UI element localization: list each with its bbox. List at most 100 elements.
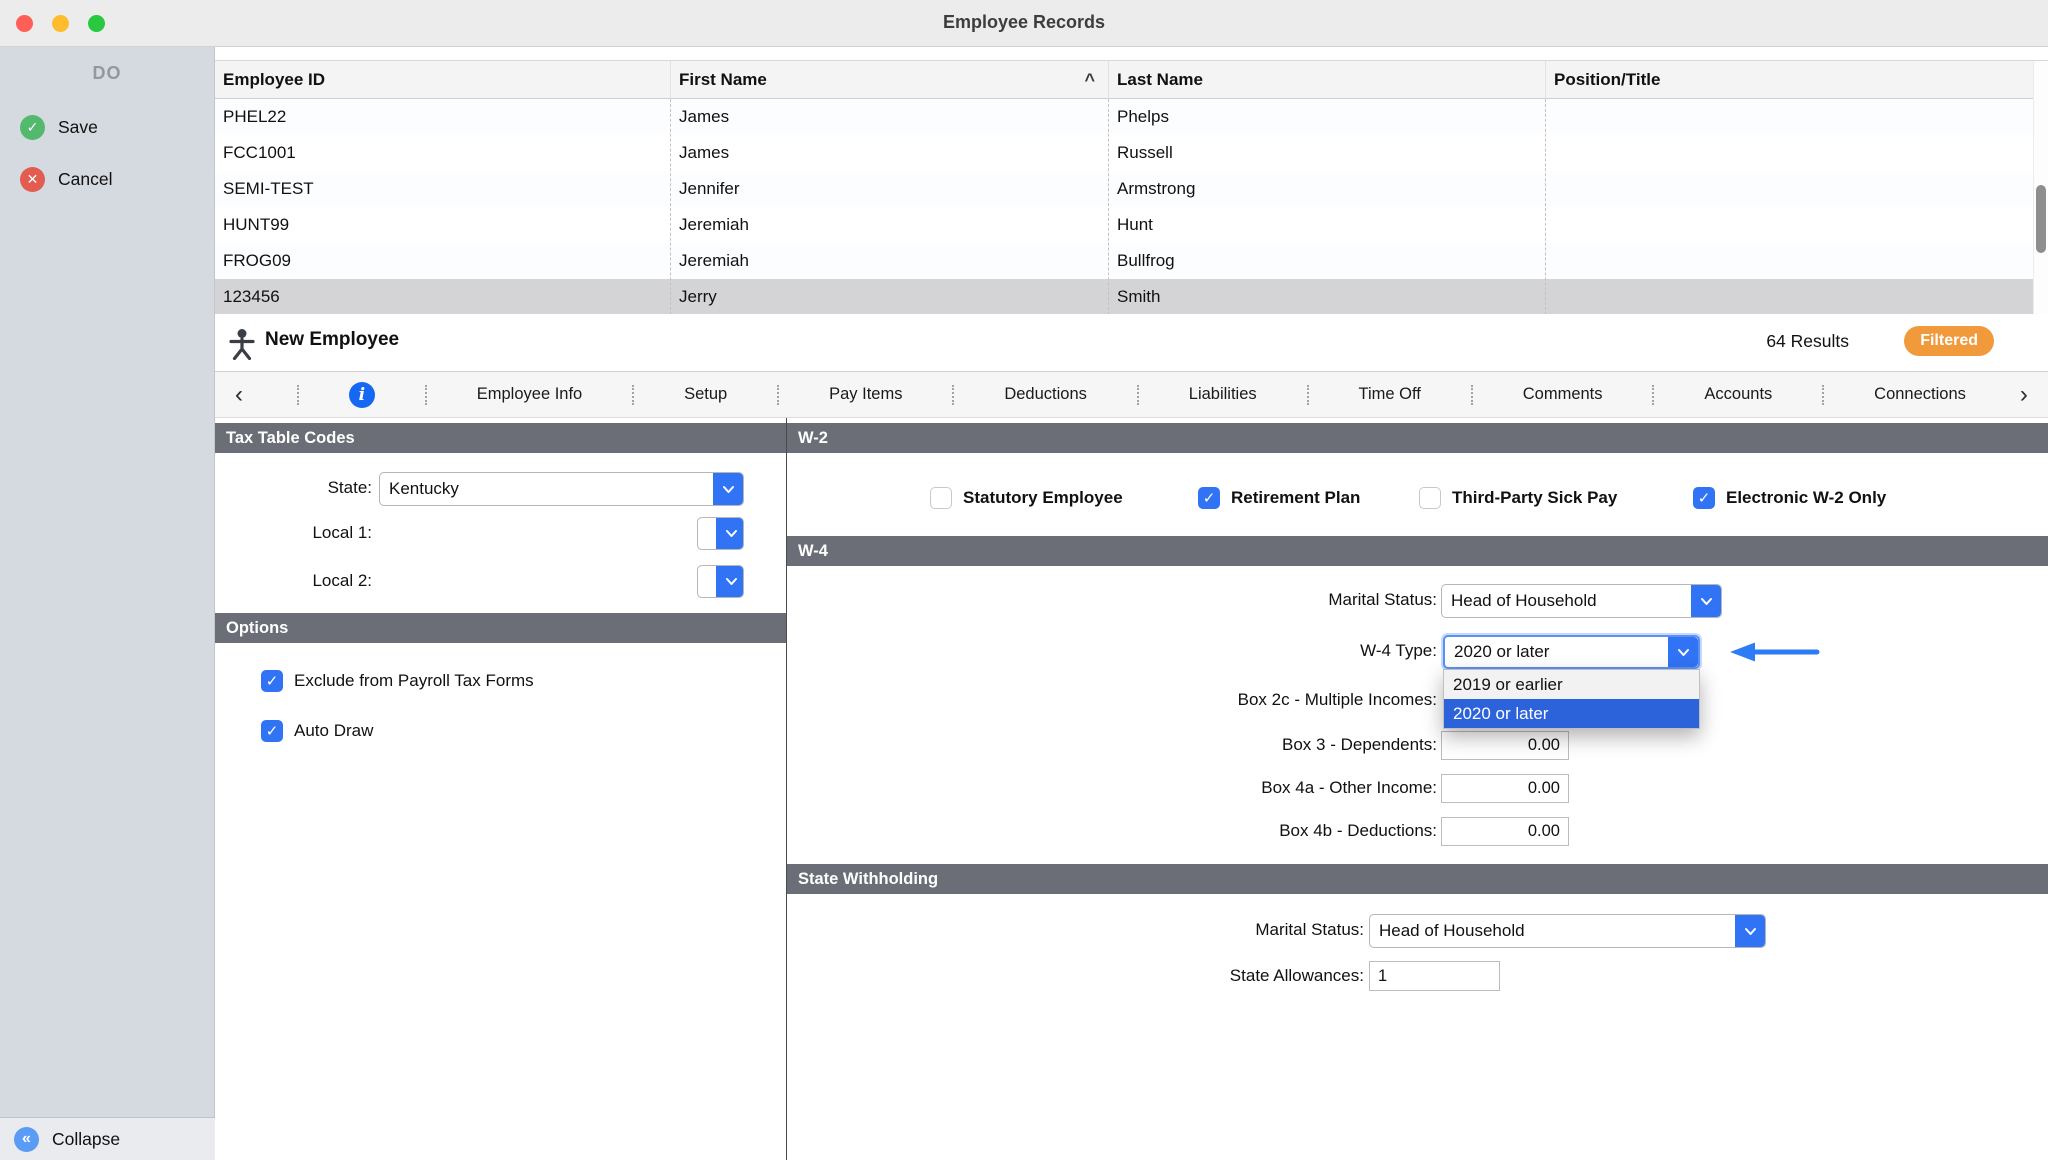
column-divider-dashed [1108,99,1109,315]
w4-type-menu: 2019 or earlier 2020 or later [1443,669,1700,729]
table-row-selected[interactable]: 123456 Jerry Smith [215,279,2048,315]
tab-separator [952,385,954,405]
box3-dependents-label: Box 3 - Dependents: [1000,735,1437,757]
local1-label: Local 1: [215,523,372,545]
tab-separator [1652,385,1654,405]
tab-deductions[interactable]: Deductions [1004,385,1087,404]
tabs-back-button[interactable]: ‹ [231,385,247,405]
tab-time-off[interactable]: Time Off [1359,385,1421,404]
cancel-x-icon: ✕ [20,167,45,192]
state-dropdown[interactable]: Kentucky [379,472,744,506]
collapse-label: Collapse [52,1129,120,1150]
tabs-forward-button[interactable]: › [2016,385,2032,405]
section-header-state-withholding: State Withholding [787,864,2048,894]
info-icon[interactable]: i [349,382,375,408]
table-row[interactable]: HUNT99 Jeremiah Hunt [215,207,2048,243]
checkbox-icon [261,670,283,692]
tab-separator [1471,385,1473,405]
record-toolbar: New Employee 64 Results Filtered [215,314,2048,372]
column-divider [1108,61,1109,99]
tab-comments[interactable]: Comments [1523,385,1603,404]
section-header-w4: W-4 [787,536,2048,566]
box3-dependents-input[interactable]: 0.00 [1441,731,1569,760]
box4a-other-income-input[interactable]: 0.00 [1441,774,1569,803]
action-sidebar: DO ✓ Save ✕ Cancel « Collapse [0,47,215,1160]
electronic-w2-only-checkbox[interactable]: Electronic W-2 Only [1693,487,1886,509]
column-divider-dashed [1545,99,1546,315]
tab-separator [1307,385,1309,405]
column-divider [670,61,671,99]
section-header-options: Options [215,613,786,643]
menu-item-2019-or-earlier[interactable]: 2019 or earlier [1444,670,1699,699]
w4-marital-status-dropdown[interactable]: Head of Household [1441,584,1722,618]
annotation-arrow-icon [1727,640,1820,664]
tab-liabilities[interactable]: Liabilities [1189,385,1257,404]
exclude-payroll-tax-forms-checkbox[interactable]: Exclude from Payroll Tax Forms [261,670,534,692]
table-header-row: Employee ID First Name ^ Last Name Posit… [215,61,2048,99]
save-check-icon: ✓ [20,115,45,140]
local2-dropdown[interactable] [697,565,744,598]
column-header-last-name[interactable]: Last Name [1109,61,1546,98]
chevron-down-icon [716,518,744,549]
column-header-employee-id[interactable]: Employee ID [215,61,671,98]
collapse-chevrons-icon: « [14,1127,39,1152]
sort-ascending-icon: ^ [1084,70,1095,90]
tab-connections[interactable]: Connections [1874,385,1966,404]
table-row[interactable]: SEMI-TEST Jennifer Armstrong [215,171,2048,207]
column-header-first-name[interactable]: First Name ^ [671,61,1109,98]
filtered-badge[interactable]: Filtered [1904,326,1994,356]
record-tabbar: ‹ i Employee Info Setup Pay Items Deduct… [215,372,2048,418]
box4a-other-income-label: Box 4a - Other Income: [1000,778,1437,800]
tab-employee-info[interactable]: Employee Info [477,385,582,404]
checkbox-icon [1693,487,1715,509]
tab-accounts[interactable]: Accounts [1704,385,1772,404]
w4-type-dropdown[interactable]: 2020 or later [1443,635,1700,669]
local2-label: Local 2: [215,571,372,593]
person-icon [228,328,256,360]
checkbox-icon [930,487,952,509]
sidebar-header: DO [0,63,214,84]
checkbox-icon [1419,487,1441,509]
table-row[interactable]: FROG09 Jeremiah Bullfrog [215,243,2048,279]
save-label: Save [58,117,98,138]
sw-marital-status-dropdown[interactable]: Head of Household [1369,914,1766,948]
column-header-position[interactable]: Position/Title [1546,61,2048,98]
statutory-employee-checkbox[interactable]: Statutory Employee [930,487,1123,509]
table-scrollbar [2033,61,2048,315]
record-title: New Employee [265,329,399,351]
auto-draw-checkbox[interactable]: Auto Draw [261,720,373,742]
employee-records-window: Employee Records DO ✓ Save ✕ Cancel « Co… [0,0,2048,1160]
third-party-sick-pay-checkbox[interactable]: Third-Party Sick Pay [1419,487,1617,509]
tab-separator [297,385,299,405]
tab-separator [777,385,779,405]
table-row[interactable]: PHEL22 James Phelps [215,99,2048,135]
checkbox-icon [261,720,283,742]
retirement-plan-checkbox[interactable]: Retirement Plan [1198,487,1360,509]
panel-divider [786,418,787,1160]
local1-dropdown[interactable] [697,517,744,550]
box4b-deductions-input[interactable]: 0.00 [1441,817,1569,846]
tab-separator [1822,385,1824,405]
tab-separator [1137,385,1139,405]
chevron-down-icon [713,473,743,505]
cancel-label: Cancel [58,169,112,190]
state-label: State: [215,478,372,500]
checkbox-icon [1198,487,1220,509]
cancel-button[interactable]: ✕ Cancel [20,167,112,192]
scrollbar-thumb[interactable] [2036,185,2046,253]
chevron-down-icon [1691,585,1721,617]
box4b-deductions-label: Box 4b - Deductions: [1000,821,1437,843]
tab-pay-items[interactable]: Pay Items [829,385,902,404]
table-row[interactable]: FCC1001 James Russell [215,135,2048,171]
chevron-down-icon [1735,915,1765,947]
results-count: 64 Results [1766,331,1849,352]
box2c-multiple-incomes-label: Box 2c - Multiple Incomes: [1000,690,1437,712]
collapse-button[interactable]: « Collapse [0,1117,215,1160]
chevron-down-icon [1668,637,1698,667]
state-allowances-input[interactable]: 1 [1369,961,1500,991]
tab-separator [425,385,427,405]
tab-setup[interactable]: Setup [684,385,727,404]
save-button[interactable]: ✓ Save [20,115,98,140]
menu-item-2020-or-later[interactable]: 2020 or later [1444,699,1699,728]
column-divider-dashed [670,99,671,315]
